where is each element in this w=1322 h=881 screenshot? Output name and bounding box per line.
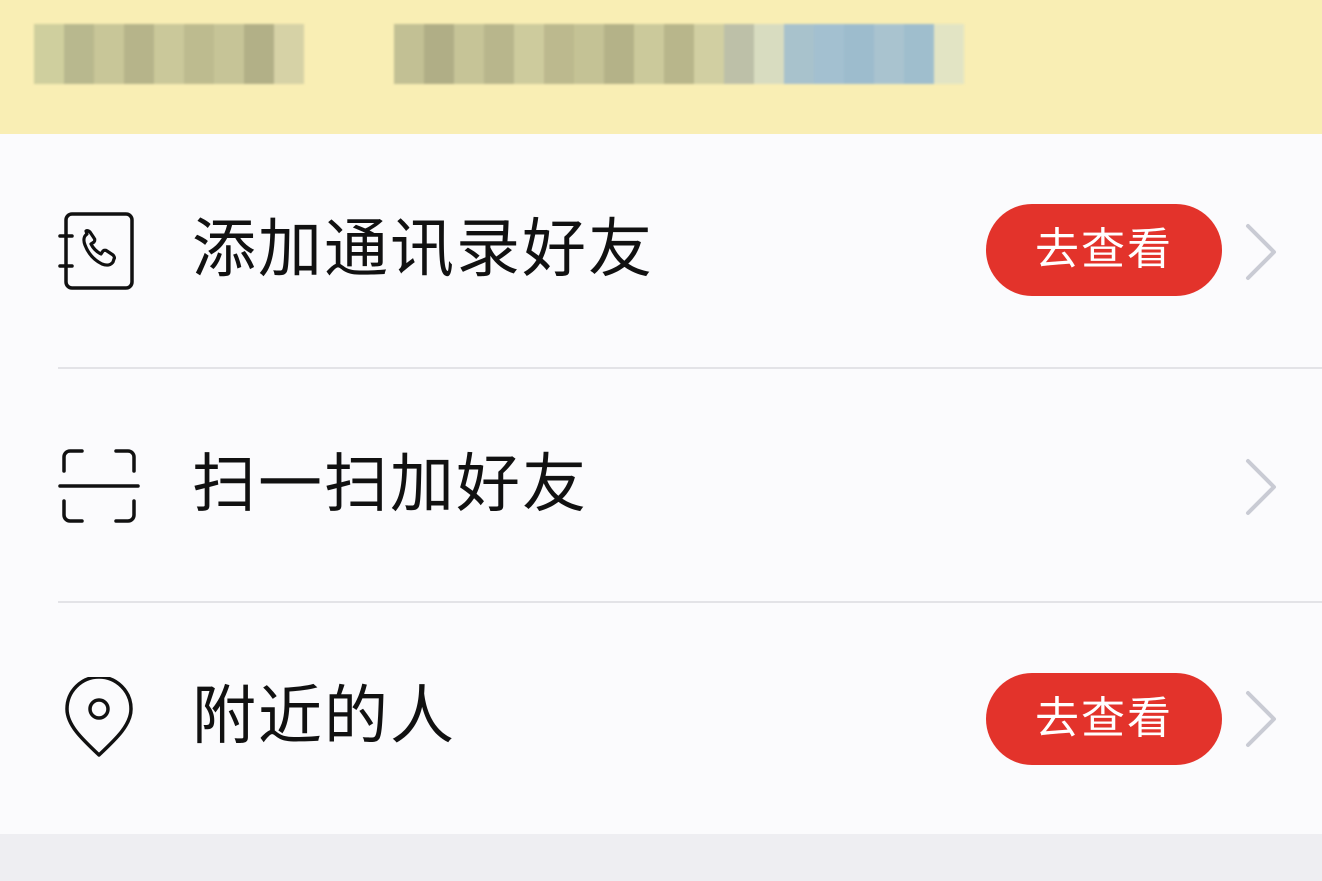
blurred-text-block [394, 24, 964, 84]
chevron-right-icon [1240, 455, 1280, 519]
blurred-text-block [34, 24, 304, 84]
menu-item-label: 扫一扫加好友 [192, 448, 588, 522]
menu-item-scan-add[interactable]: 扫一扫加好友 [0, 369, 1322, 602]
menu-item-label: 添加通讯录好友 [192, 213, 654, 287]
add-friend-menu: 添加通讯录好友 去查看 扫一扫加好友 附近的人 去查看 [0, 134, 1322, 834]
blurred-notice-banner[interactable] [0, 0, 1322, 134]
chevron-right-icon [1240, 687, 1280, 751]
view-badge-button[interactable]: 去查看 [986, 673, 1222, 765]
menu-item-label: 附近的人 [192, 680, 456, 754]
menu-item-nearby-people[interactable]: 附近的人 去查看 [0, 603, 1322, 836]
location-pin-icon [58, 677, 140, 759]
view-badge-button[interactable]: 去查看 [986, 204, 1222, 296]
phone-contacts-icon [58, 210, 140, 292]
scan-icon [58, 445, 140, 527]
section-gap [0, 834, 1322, 881]
menu-item-add-contacts[interactable]: 添加通讯录好友 去查看 [0, 134, 1322, 367]
chevron-right-icon [1240, 220, 1280, 284]
